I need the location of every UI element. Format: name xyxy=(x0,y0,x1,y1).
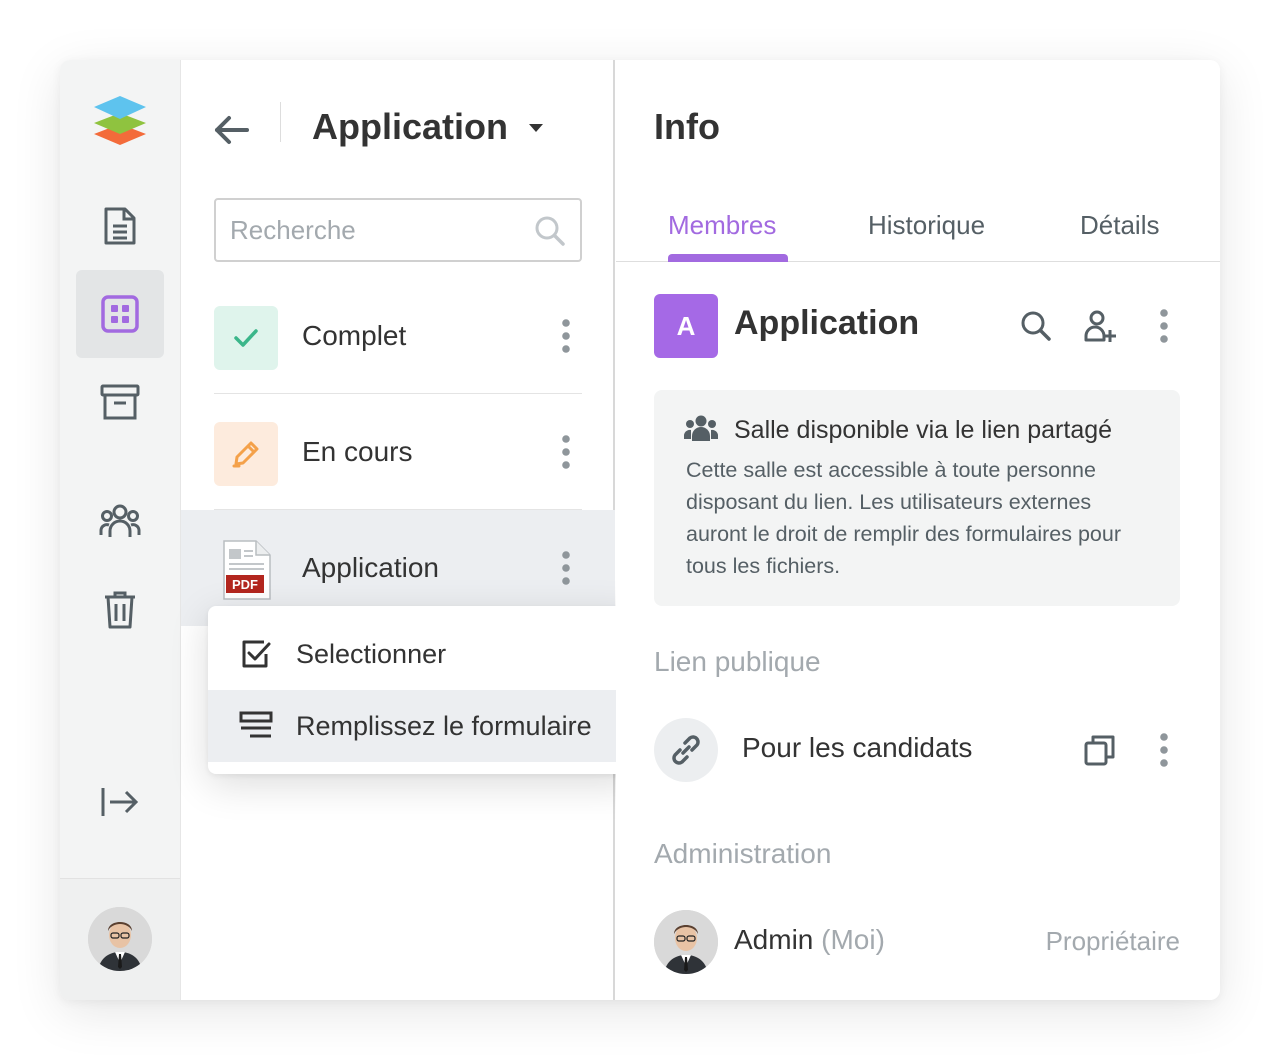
search-icon-button[interactable] xyxy=(534,215,566,252)
sidebar-profile-area xyxy=(60,878,180,1000)
public-link-heading: Lien publique xyxy=(654,646,821,677)
more-options-button[interactable] xyxy=(551,432,581,472)
group-icon xyxy=(684,415,718,441)
administration-heading: Administration xyxy=(654,838,832,869)
menu-item-fill-form[interactable]: Remplissez le formulaire xyxy=(208,690,638,762)
sidebar xyxy=(60,60,181,1000)
active-tab-indicator xyxy=(668,254,788,262)
room-name: Application xyxy=(734,304,920,342)
user-photo-icon xyxy=(88,907,152,971)
user-photo-icon xyxy=(654,910,718,974)
sidebar-item-rooms[interactable] xyxy=(76,270,164,358)
arrow-left-icon xyxy=(215,116,249,144)
public-link-label: Pour les candidats xyxy=(742,732,973,763)
form-icon xyxy=(239,711,273,738)
menu-item-label: Remplissez le formulaire xyxy=(296,710,592,741)
item-label: En cours xyxy=(302,436,413,467)
link-icon xyxy=(672,735,700,765)
sidebar-item-archive[interactable] xyxy=(76,358,164,446)
copy-icon xyxy=(1084,735,1115,766)
tab-history[interactable]: Historique xyxy=(868,210,985,241)
vertical-dots-icon xyxy=(562,435,570,469)
link-more-button[interactable] xyxy=(1144,730,1184,770)
sidebar-collapse-button[interactable] xyxy=(76,758,164,846)
menu-item-label: Selectionner xyxy=(296,638,447,669)
panel-title: Info xyxy=(654,106,720,147)
room-more-button[interactable] xyxy=(1144,306,1184,346)
info-panel: Info Membres Historique Détails A Applic… xyxy=(616,60,1220,1000)
vertical-dots-icon xyxy=(1160,733,1168,767)
expand-arrow-icon xyxy=(101,788,139,816)
vertical-dots-icon xyxy=(562,319,570,353)
trash-icon xyxy=(105,591,135,629)
item-label: Complet xyxy=(302,320,407,351)
sidebar-item-contacts[interactable] xyxy=(76,478,164,566)
tab-details[interactable]: Détails xyxy=(1080,210,1159,241)
pdf-badge: PDF xyxy=(232,577,258,592)
admin-name-text: Admin xyxy=(734,924,814,955)
list-item[interactable]: En cours xyxy=(181,394,615,510)
rooms-grid-icon xyxy=(101,295,139,333)
admin-role: Propriétaire xyxy=(1045,926,1180,956)
list-item[interactable]: Complet xyxy=(181,278,615,394)
document-icon xyxy=(104,207,136,245)
sidebar-item-documents[interactable] xyxy=(76,182,164,270)
search-input[interactable] xyxy=(230,200,530,260)
item-label: Application xyxy=(302,552,439,583)
context-menu: Selectionner Remplissez le formulaire xyxy=(208,606,638,774)
item-status-tile xyxy=(214,422,278,486)
vertical-dots-icon xyxy=(562,551,570,585)
check-icon xyxy=(234,329,258,347)
search-field[interactable] xyxy=(214,198,582,262)
tab-bar: Membres Historique Détails xyxy=(616,206,1220,262)
caret-down-icon[interactable] xyxy=(528,123,544,133)
people-icon xyxy=(99,504,141,537)
search-icon xyxy=(1021,311,1051,341)
shared-link-notice: Salle disponible via le lien partagé Cet… xyxy=(654,390,1180,606)
invite-user-button[interactable] xyxy=(1080,306,1120,346)
vertical-dots-icon xyxy=(1160,309,1168,343)
pencil-icon xyxy=(232,441,259,468)
admin-name: Admin (Moi) xyxy=(734,924,885,956)
search-members-button[interactable] xyxy=(1016,306,1056,346)
item-status-tile xyxy=(214,306,278,370)
more-options-button[interactable] xyxy=(551,548,581,588)
item-file-tile: PDF xyxy=(214,538,278,602)
pdf-file-icon: PDF xyxy=(223,540,271,600)
file-list-panel: Application Complet xyxy=(181,60,615,1000)
header-divider xyxy=(280,102,281,142)
notice-title: Salle disponible via le lien partagé xyxy=(734,416,1113,444)
app-window: Application Complet xyxy=(60,60,1220,1000)
copy-link-button[interactable] xyxy=(1080,730,1120,770)
admin-me-tag: (Moi) xyxy=(821,924,885,955)
link-avatar xyxy=(654,718,718,782)
back-button[interactable] xyxy=(211,110,251,150)
room-avatar: A xyxy=(654,294,718,358)
logo-icon xyxy=(94,96,146,145)
tab-members[interactable]: Membres xyxy=(668,210,776,241)
search-icon xyxy=(535,216,565,246)
add-user-icon xyxy=(1084,310,1116,342)
checkbox-icon xyxy=(242,640,271,668)
notice-text: Cette salle est accessible à toute perso… xyxy=(686,458,1121,578)
admin-avatar xyxy=(654,910,718,974)
room-title[interactable]: Application xyxy=(312,106,508,148)
more-options-button[interactable] xyxy=(551,316,581,356)
archive-icon xyxy=(100,384,140,420)
user-avatar[interactable] xyxy=(88,907,152,971)
sidebar-item-trash[interactable] xyxy=(76,566,164,654)
menu-item-select[interactable]: Selectionner xyxy=(208,618,638,690)
